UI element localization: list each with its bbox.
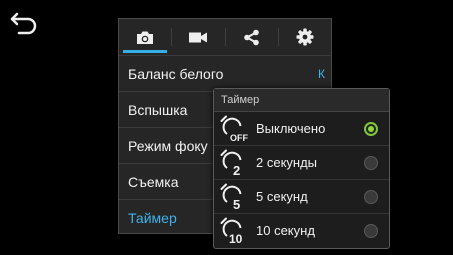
- timer-option-2s[interactable]: 2 2 секунды: [214, 146, 389, 180]
- timer-popup: Таймер OFF Выключено 2 2 секунды 5 5 сек…: [213, 88, 390, 249]
- timer-off-icon: OFF: [220, 115, 248, 143]
- camera-icon: [137, 31, 154, 44]
- settings-tab-bar: [119, 19, 331, 55]
- timer-5-icon: 5: [220, 183, 242, 211]
- tab-share[interactable]: [226, 19, 278, 55]
- timer-10-icon: 10: [220, 217, 243, 245]
- tab-camera[interactable]: [119, 19, 171, 55]
- popup-title: Таймер: [214, 89, 389, 112]
- timer-option-10s[interactable]: 10 10 секунд: [214, 214, 389, 248]
- radio-selected[interactable]: [364, 122, 378, 136]
- setting-label: Съемка: [128, 174, 179, 190]
- option-label: Выключено: [256, 121, 326, 136]
- share-icon: [244, 29, 259, 45]
- setting-label: Вспышка: [128, 102, 188, 118]
- back-arrow-icon: [10, 12, 37, 35]
- tab-settings[interactable]: [279, 19, 331, 55]
- setting-label: Таймер: [128, 210, 177, 226]
- option-label: 5 секунд: [256, 189, 308, 204]
- radio-unselected[interactable]: [364, 224, 378, 238]
- timer-2-icon: 2: [220, 149, 242, 177]
- radio-unselected[interactable]: [364, 190, 378, 204]
- timer-icon-text: 2: [233, 163, 240, 177]
- timer-option-5s[interactable]: 5 5 секунд: [214, 180, 389, 214]
- tab-video[interactable]: [172, 19, 224, 55]
- option-label: 10 секунд: [256, 223, 315, 238]
- setting-value: К: [318, 67, 325, 81]
- radio-unselected[interactable]: [364, 156, 378, 170]
- video-camera-icon: [189, 32, 208, 42]
- timer-icon-text: 5: [233, 197, 240, 211]
- setting-label: Баланс белого: [128, 66, 224, 82]
- setting-label: Режим фоку: [128, 138, 208, 154]
- timer-option-off[interactable]: OFF Выключено: [214, 112, 389, 146]
- option-label: 2 секунды: [256, 155, 318, 170]
- gear-icon: [296, 28, 314, 46]
- back-button[interactable]: [8, 8, 40, 36]
- setting-white-balance[interactable]: Баланс белого К: [119, 55, 331, 91]
- timer-icon-text: OFF: [230, 133, 248, 143]
- timer-icon-text: 10: [229, 232, 243, 245]
